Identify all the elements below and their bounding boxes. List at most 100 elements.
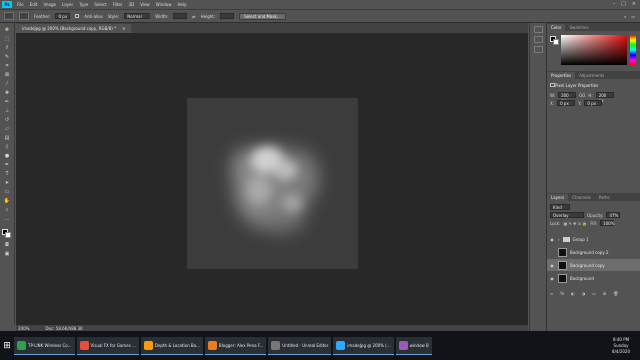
zoom-level[interactable]: 200% [18,326,29,331]
lasso-tool-icon[interactable]: ℓ [3,45,11,51]
path-selection-tool-icon[interactable]: ➤ [3,180,11,186]
background-color-swatch[interactable] [5,232,11,238]
windows-start-icon[interactable]: ⊞ [2,341,12,351]
color-field[interactable] [561,35,627,65]
layer-kind-filter[interactable]: Kind [550,204,570,210]
move-tool-icon[interactable]: ✥ [3,27,11,33]
more-tools-icon[interactable]: … [3,216,11,222]
marquee-tool-icon[interactable]: ⬚ [3,36,11,42]
document-canvas[interactable] [187,98,358,269]
style-select[interactable]: Normal [124,13,151,19]
width-prop-field[interactable]: 200 px [558,92,577,103]
swap-icon[interactable]: ⇄ [192,14,195,19]
height-prop-field[interactable]: 200 px [595,92,614,103]
type-tool-icon[interactable]: T [3,171,11,177]
width-input[interactable] [173,13,188,19]
tab-paths[interactable]: Paths [595,194,614,201]
gradient-tool-icon[interactable]: ▤ [3,135,11,141]
mask-icon[interactable]: ◐ [571,291,575,296]
layer-row[interactable]: ◉ Background [547,272,640,284]
quick-mask-icon[interactable]: ◘ [3,242,11,248]
adjustment-icon[interactable]: ◑ [582,291,586,296]
pen-tool-icon[interactable]: ✒ [3,162,11,168]
history-panel-icon[interactable] [533,26,543,33]
document-tab[interactable]: imadeJpg @ 200% (Background copy, RGB/8)… [16,24,132,33]
healing-brush-tool-icon[interactable]: ✚ [3,90,11,96]
menu-layer[interactable]: Layer [62,2,73,7]
antialias-checkbox[interactable] [75,14,80,18]
blur-tool-icon[interactable]: ◊ [3,144,11,150]
layer-row[interactable]: Background copy 2 [547,246,640,258]
screen-mode-icon[interactable]: ▣ [3,251,11,257]
maximize-icon[interactable]: □ [621,1,626,7]
tab-swatches[interactable]: Swatches [565,24,592,31]
taskbar-item[interactable]: Untitled - Unreal Editor [268,336,332,355]
system-clock[interactable]: 8:40 PM Sunday 8/4/2020 [612,337,630,355]
hue-slider[interactable] [630,35,636,65]
zoom-tool-icon[interactable]: ⌕ [3,207,11,213]
menu-filter[interactable]: Filter [113,2,123,7]
marquee-tool-preset-icon[interactable] [4,12,14,20]
layer-row[interactable]: ◉ › Group 1 [547,233,640,245]
menu-type[interactable]: Type [79,2,88,7]
menu-file[interactable]: File [17,2,24,7]
link-layers-icon[interactable]: ∞ [550,291,553,296]
brush-tool-icon[interactable]: ✏ [3,99,11,105]
selection-mode-icon[interactable] [19,12,29,20]
link-label[interactable]: GO [579,93,585,98]
history-brush-tool-icon[interactable]: ↺ [3,117,11,123]
menu-view[interactable]: View [140,2,150,7]
workspace-icon[interactable]: ▭ [631,14,635,19]
tab-channels[interactable]: Channels [568,194,595,201]
close-icon[interactable]: × [632,1,636,7]
panel-background-swatch[interactable] [553,39,559,45]
rectangle-tool-icon[interactable]: ▭ [3,189,11,195]
y-prop-field[interactable]: 0 px [584,100,603,106]
fill-input[interactable]: 100% [600,220,615,226]
eraser-tool-icon[interactable]: ▱ [3,126,11,132]
menu-edit[interactable]: Edit [30,2,38,7]
taskbar-item[interactable]: Visual FX for Games ... [76,336,139,355]
opacity-input[interactable]: 47% [606,212,621,218]
taskbar-item[interactable]: imadeJpg @ 200% (... [333,336,394,355]
feather-input[interactable]: 0 px [55,13,71,19]
taskbar-item[interactable]: Blogger: Alex Pena F... [204,336,267,355]
menu-window[interactable]: Window [156,2,172,7]
quick-select-tool-icon[interactable]: ✎ [3,54,11,60]
fx-icon[interactable]: fx [560,291,564,296]
x-prop-field[interactable]: 0 px [557,100,576,106]
visibility-eye-icon[interactable]: ◉ [549,263,555,268]
taskbar-item[interactable]: window B [395,336,432,355]
tab-properties[interactable]: Properties [547,72,576,79]
search-icon[interactable]: ⌕ [624,14,626,19]
crop-tool-icon[interactable]: ⌗ [3,63,11,69]
height-input[interactable] [220,13,235,19]
menu-image[interactable]: Image [43,2,56,7]
tab-color[interactable]: Color [547,24,566,31]
eyedropper-tool-icon[interactable]: ⁄ [3,81,11,87]
close-tab-icon[interactable]: × [122,24,125,33]
hand-tool-icon[interactable]: ✋ [3,198,11,204]
dodge-tool-icon[interactable]: ● [3,153,11,159]
blend-mode-select[interactable]: Overlay [550,212,584,218]
new-layer-icon[interactable]: ⊞ [603,291,606,296]
taskbar-item[interactable]: TP-LINK Wireless Co... [14,336,75,355]
select-and-mask-button[interactable]: Select and Mask... [239,12,286,20]
color-swatches[interactable] [2,229,12,239]
brushes-panel-icon[interactable] [533,36,543,43]
minimize-icon[interactable]: – [613,1,616,7]
chevron-right-icon[interactable]: › [558,237,560,242]
taskbar-item[interactable]: Depth & Location Ba... [140,336,203,355]
tab-adjustments[interactable]: Adjustments [575,72,608,79]
clone-stamp-tool-icon[interactable]: ⊥ [3,108,11,114]
lock-icons[interactable]: ▦ ✎ ✥ ⊡ 🔒 [563,221,587,226]
character-panel-icon[interactable] [533,46,543,53]
visibility-eye-icon[interactable]: ◉ [549,237,555,242]
new-group-icon[interactable]: ▭ [592,291,596,296]
layer-row-selected[interactable]: ◉ Background copy [547,259,640,271]
menu-3d[interactable]: 3D [129,2,135,7]
menu-help[interactable]: Help [177,2,186,7]
tab-layers[interactable]: Layers [547,194,569,201]
menu-select[interactable]: Select [94,2,106,7]
visibility-eye-icon[interactable]: ◉ [549,276,555,281]
